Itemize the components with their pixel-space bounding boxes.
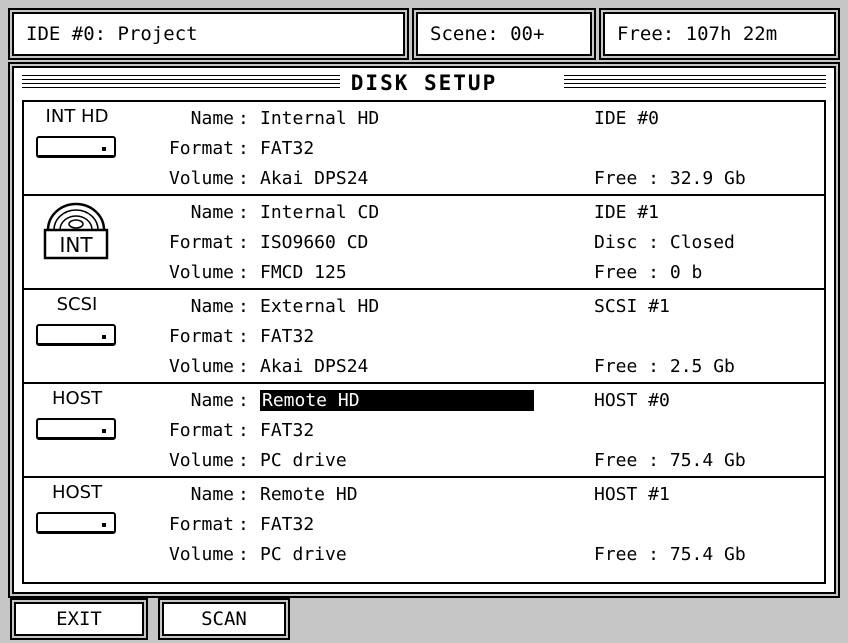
drive-volume: Akai DPS24 [260, 356, 369, 377]
drive-id: IDE #1 [594, 202, 660, 223]
cd-type-label: INT [59, 233, 93, 257]
volume-label: Volume [168, 356, 234, 377]
drive-type: HOST [51, 482, 103, 503]
name-label: Name [190, 484, 234, 505]
drive-list: INT HD Name Format Volume : : : Internal… [22, 100, 826, 584]
volume-label: Volume [168, 168, 234, 189]
volume-label: Volume [168, 544, 234, 565]
drive-type: HOST [51, 388, 103, 409]
hard-drive-icon [36, 512, 116, 534]
drive-format: FAT32 [260, 420, 315, 441]
scan-button[interactable]: SCAN [158, 598, 290, 640]
drive-format: FAT32 [260, 138, 315, 159]
colon: : [238, 544, 249, 565]
drive-volume: PC drive [260, 450, 347, 471]
drive-name[interactable]: Internal CD [260, 202, 379, 223]
drive-name-selected[interactable]: Remote HD [260, 390, 534, 411]
drive-name[interactable]: Remote HD [260, 484, 358, 505]
volume-label: Volume [168, 262, 234, 283]
panel-title: DISK SETUP [14, 68, 834, 98]
drive-row-int-cd[interactable]: INT Name Format Volume : : : Internal CD… [24, 196, 824, 290]
drive-free: Free : 2.5 Gb [594, 356, 735, 377]
title-bar: DISK SETUP [14, 68, 834, 98]
drive-id: IDE #0 [594, 108, 660, 129]
colon: : [238, 262, 249, 283]
drive-type: INT HD [45, 106, 109, 127]
drive-id: HOST #0 [594, 390, 670, 411]
drive-row-scsi[interactable]: SCSI Name Format Volume : : : External H… [24, 290, 824, 384]
drive-free: Free : 75.4 Gb [594, 544, 746, 565]
colon: : [238, 108, 249, 129]
colon: : [238, 168, 249, 189]
name-label: Name [190, 202, 234, 223]
colon: : [238, 420, 249, 441]
name-label: Name [190, 296, 234, 317]
colon: : [238, 202, 249, 223]
drive-volume: Akai DPS24 [260, 168, 369, 189]
colon: : [238, 232, 249, 253]
volume-label: Volume [168, 450, 234, 471]
drive-id: SCSI #1 [594, 296, 670, 317]
drive-free: Free : 75.4 Gb [594, 450, 746, 471]
drive-type: SCSI [56, 294, 98, 315]
colon: : [238, 138, 249, 159]
hard-drive-icon [36, 324, 116, 346]
drive-row-host-0[interactable]: HOST Name Format Volume : : : Remote HD … [24, 384, 824, 478]
exit-button[interactable]: EXIT [10, 598, 148, 640]
name-label: Name [190, 390, 234, 411]
drive-free: Free : 0 b [594, 262, 703, 283]
colon: : [238, 450, 249, 471]
hard-drive-icon [36, 136, 116, 158]
drive-format: FAT32 [260, 326, 315, 347]
drive-id: HOST #1 [594, 484, 670, 505]
format-label: Format [168, 326, 234, 347]
format-label: Format [168, 232, 234, 253]
colon: : [238, 326, 249, 347]
drive-free: Free : 32.9 Gb [594, 168, 746, 189]
cd-drive-icon: INT [43, 202, 109, 260]
name-label: Name [190, 108, 234, 129]
project-field: IDE #0: Project [8, 8, 409, 60]
drive-row-host-1[interactable]: HOST Name Format Volume : : : Remote HD … [24, 478, 824, 572]
colon: : [238, 390, 249, 411]
drive-volume: PC drive [260, 544, 347, 565]
hard-drive-icon [36, 418, 116, 440]
colon: : [238, 514, 249, 535]
drive-name[interactable]: Internal HD [260, 108, 379, 129]
format-label: Format [168, 420, 234, 441]
scene-field: Scene: 00+ [412, 8, 596, 60]
disc-status: Disc : Closed [594, 232, 735, 253]
format-label: Format [168, 514, 234, 535]
colon: : [238, 356, 249, 377]
disk-setup-panel: DISK SETUP INT HD Name Format Volume : :… [8, 62, 840, 598]
colon: : [238, 296, 249, 317]
drive-volume: FMCD 125 [260, 262, 347, 283]
format-label: Format [168, 138, 234, 159]
free-time-field: Free: 107h 22m [599, 8, 840, 60]
drive-format: FAT32 [260, 514, 315, 535]
colon: : [238, 484, 249, 505]
drive-name[interactable]: External HD [260, 296, 379, 317]
drive-row-int-hd[interactable]: INT HD Name Format Volume : : : Internal… [24, 102, 824, 196]
drive-format: ISO9660 CD [260, 232, 369, 253]
